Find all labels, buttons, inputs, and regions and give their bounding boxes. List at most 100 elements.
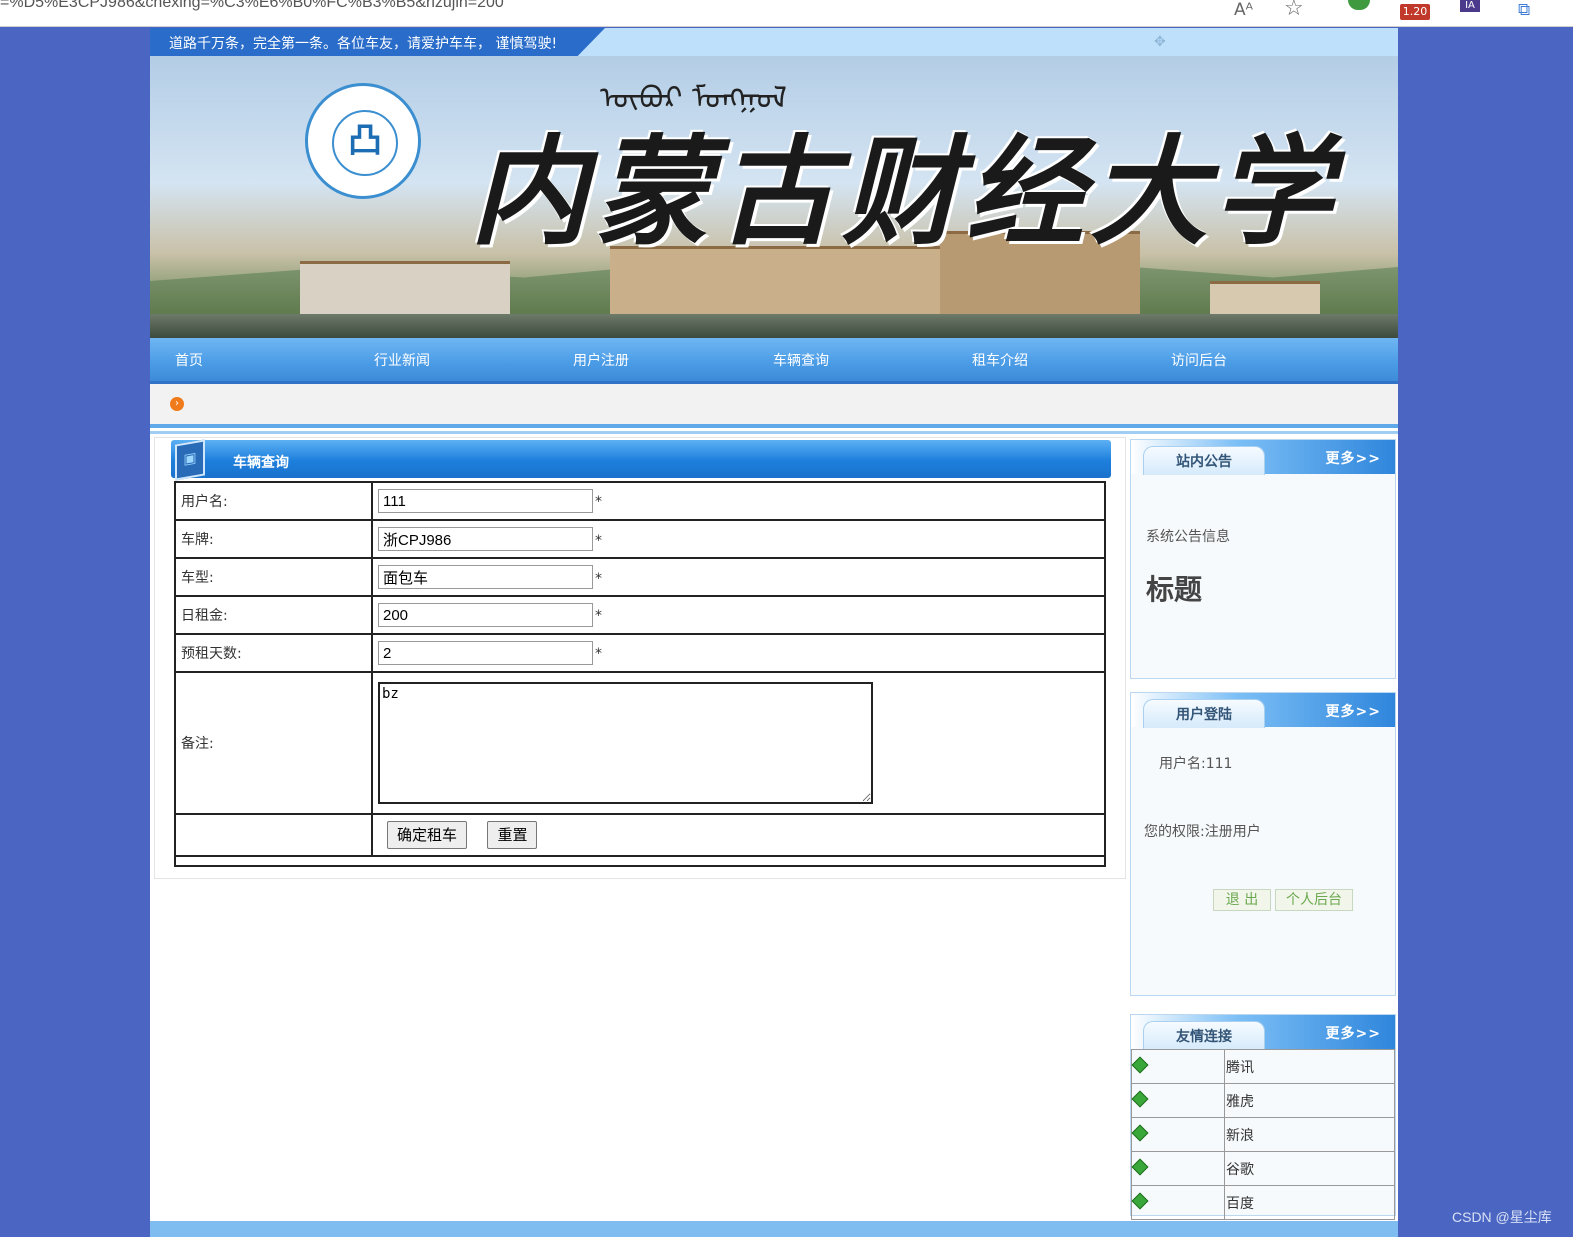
link-tencent[interactable]: 腾讯 <box>1224 1049 1395 1084</box>
nav-item-news[interactable]: 行业新闻 <box>374 350 430 370</box>
link-row: 雅虎 <box>1131 1083 1395 1118</box>
form-cell: * <box>371 481 1106 521</box>
panel-title: 车辆查询 <box>233 455 289 471</box>
vehicle-type-label: 车型: <box>174 557 373 597</box>
extension-badge[interactable]: 1.20 <box>1400 4 1430 20</box>
nav-item-vehicle-query[interactable]: 车辆查询 <box>773 350 829 370</box>
login-box: 用户登陆 更多>> 用户名:111 您的权限:注册用户 退 出 个人后台 <box>1130 692 1396 996</box>
watermark: CSDN @星尘库 <box>1452 1209 1552 1225</box>
link-sina[interactable]: 新浪 <box>1224 1117 1395 1152</box>
username-label: 用户名: <box>174 481 373 521</box>
divider <box>150 431 1398 434</box>
notice-text: 系统公告信息 <box>1146 529 1230 545</box>
form-row: 预租天数: * <box>174 633 1106 673</box>
footer-strip <box>150 1221 1398 1237</box>
link-baidu[interactable]: 百度 <box>1224 1185 1395 1220</box>
daily-rent-label: 日租金: <box>174 595 373 635</box>
form-row <box>174 855 1106 867</box>
required-mark: * <box>595 645 602 662</box>
form-cell: * <box>371 557 1106 597</box>
link-google[interactable]: 谷歌 <box>1224 1151 1395 1186</box>
slogan-text: 道路千万条，完全第一条。各位车友，请爱护车车， 谨慎驾驶! <box>169 36 558 52</box>
links-header: 友情连接 更多>> <box>1131 1015 1395 1050</box>
link-row: 新浪 <box>1131 1117 1395 1152</box>
links-more-link[interactable]: 更多>> <box>1326 1023 1381 1043</box>
university-name: 内蒙古财经大学 <box>470 122 1339 261</box>
link-icon-cell <box>1131 1117 1225 1152</box>
nav-item-register[interactable]: 用户注册 <box>573 350 629 370</box>
form-cell: * <box>371 595 1106 635</box>
link-row: 谷歌 <box>1131 1151 1395 1186</box>
read-aloud-icon[interactable]: Aᴬ <box>1234 0 1253 20</box>
link-row: 百度 <box>1131 1185 1395 1220</box>
collections-icon[interactable]: ⧉ <box>1518 0 1530 20</box>
vehicle-query-panel: ▣ 车辆查询 用户名: * 车牌: * 车型: * <box>154 437 1126 879</box>
link-yahoo[interactable]: 雅虎 <box>1224 1083 1395 1118</box>
top-strip: 道路千万条，完全第一条。各位车友，请爱护车车， 谨慎驾驶! ✥ <box>150 28 1398 56</box>
banner-building <box>300 261 510 319</box>
arrow-right-icon: › <box>170 397 184 411</box>
url-text[interactable]: =%D5%E3CPJ986&chexing=%C3%E6%B0%FC%B3%B5… <box>0 0 504 12</box>
notice-box: 站内公告 更多>> 系统公告信息 标题 <box>1130 439 1396 679</box>
arrow-bullet-icon <box>1131 1056 1149 1074</box>
login-permission: 您的权限:注册用户 <box>1144 824 1261 840</box>
arrow-bullet-icon <box>1131 1124 1149 1142</box>
arrow-bullet-icon <box>1131 1090 1149 1108</box>
plate-field[interactable] <box>378 527 593 551</box>
reset-button[interactable]: 重置 <box>487 821 538 849</box>
page-container: 道路千万条，完全第一条。各位车友，请爱护车车， 谨慎驾驶! ✥ 凸 ᠦᠪᠦᠷ ᠮ… <box>150 28 1398 1237</box>
form-cell: * <box>371 633 1106 673</box>
nav-item-admin[interactable]: 访问后台 <box>1171 350 1227 370</box>
arrow-bullet-icon <box>1131 1192 1149 1210</box>
login-more-link[interactable]: 更多>> <box>1326 701 1381 721</box>
form-row: 车型: * <box>174 557 1106 597</box>
extension-icon[interactable] <box>1348 0 1370 10</box>
panel-header: ▣ 车辆查询 <box>171 439 1111 481</box>
nav-item-home[interactable]: 首页 <box>175 350 203 370</box>
logout-button[interactable]: 退 出 <box>1213 889 1271 911</box>
link-icon-cell <box>1131 1049 1225 1084</box>
required-mark: * <box>595 493 602 510</box>
plate-label: 车牌: <box>174 519 373 559</box>
notice-title[interactable]: 标题 <box>1146 568 1202 608</box>
banner-water <box>150 314 1398 338</box>
required-mark: * <box>595 532 602 549</box>
move-icon: ✥ <box>1154 34 1166 50</box>
form-cell: * <box>371 519 1106 559</box>
remark-textarea[interactable]: bz <box>378 682 873 804</box>
form-row: 车牌: * <box>174 519 1106 559</box>
login-tab[interactable]: 用户登陆 <box>1143 699 1265 728</box>
ia-extension-icon[interactable]: IA <box>1460 0 1480 12</box>
link-icon-cell <box>1131 1151 1225 1186</box>
links-tab[interactable]: 友情连接 <box>1143 1021 1265 1050</box>
browser-address-bar: =%D5%E3CPJ986&chexing=%C3%E6%B0%FC%B3%B5… <box>0 0 1573 27</box>
favorite-star-icon[interactable]: ☆ <box>1284 0 1304 21</box>
empty-cell <box>174 813 373 857</box>
notice-more-link[interactable]: 更多>> <box>1326 448 1381 468</box>
rental-form: 用户名: * 车牌: * 车型: * 日租金: * <box>174 481 1106 867</box>
logo-emblem: 凸 <box>332 110 398 176</box>
login-tab-label: 用户登陆 <box>1176 707 1232 723</box>
rental-days-field[interactable] <box>378 641 593 665</box>
monitor-icon: ▣ <box>175 439 205 481</box>
username-field[interactable] <box>378 489 593 513</box>
notice-header: 站内公告 更多>> <box>1131 440 1395 475</box>
login-header: 用户登陆 更多>> <box>1131 693 1395 728</box>
personal-center-button[interactable]: 个人后台 <box>1275 889 1353 911</box>
confirm-rent-button[interactable]: 确定租车 <box>387 821 468 849</box>
form-cell: bz <box>371 671 1106 815</box>
notice-tab[interactable]: 站内公告 <box>1143 446 1265 475</box>
arrow-bullet-icon <box>1131 1158 1149 1176</box>
form-row: 日租金: * <box>174 595 1106 635</box>
nav-item-rental-intro[interactable]: 租车介绍 <box>972 350 1028 370</box>
banner: 凸 ᠦᠪᠦᠷ ᠮᠣᠩᠭᠣᠯ 内蒙古财经大学 <box>150 56 1398 338</box>
rental-days-label: 预租天数: <box>174 633 373 673</box>
required-mark: * <box>595 570 602 587</box>
vehicle-type-field[interactable] <box>378 565 593 589</box>
university-logo: 凸 <box>305 83 421 199</box>
daily-rent-field[interactable] <box>378 603 593 627</box>
friend-links-box: 友情连接 更多>> 腾讯 雅虎 新浪 谷歌 百度 <box>1130 1014 1396 1220</box>
link-row: 腾讯 <box>1131 1049 1395 1084</box>
remark-label: 备注: <box>174 671 373 815</box>
form-row: 确定租车 重置 <box>174 813 1106 857</box>
